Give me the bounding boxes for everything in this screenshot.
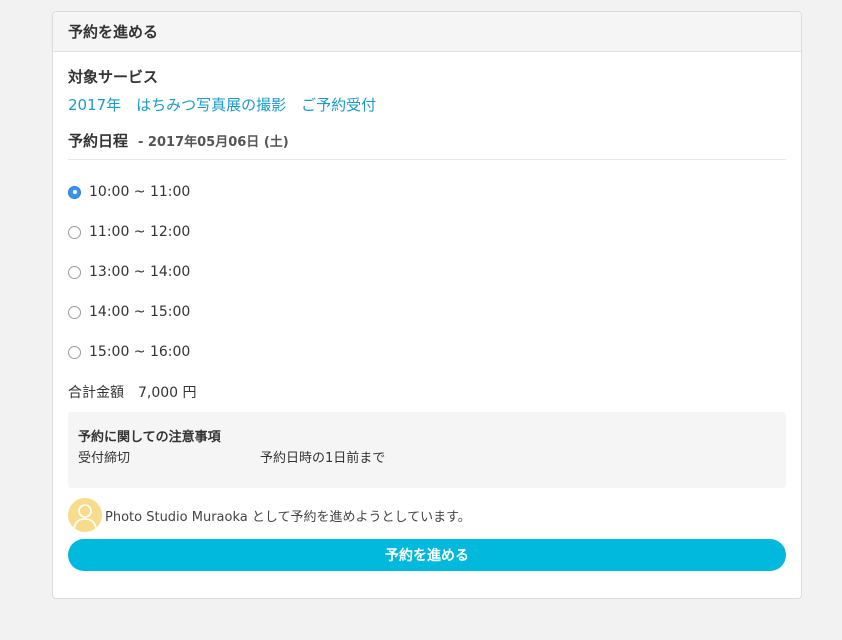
time-slot-label: 11:00 ~ 12:00 <box>89 224 191 240</box>
radio-button-icon[interactable] <box>68 345 81 359</box>
time-slot-2[interactable]: 13:00 ~ 14:00 <box>68 262 786 282</box>
account-notice: Photo Studio Muraoka として予約を進めようとしています。 <box>68 498 786 532</box>
reservation-panel: 予約を進める 対象サービス 2017年 はちみつ写真展の撮影 ご予約受付 予約日… <box>52 11 802 599</box>
panel-header: 予約を進める <box>53 12 801 52</box>
notes-deadline-row: 受付締切 予約日時の1日前まで <box>78 450 776 468</box>
service-link[interactable]: 2017年 はちみつ写真展の撮影 ご予約受付 <box>68 95 786 115</box>
deadline-value: 予約日時の1日前まで <box>260 451 386 466</box>
time-slot-3[interactable]: 14:00 ~ 15:00 <box>68 302 786 322</box>
schedule-date: - 2017年05月06日 (土) <box>138 135 289 150</box>
radio-button-icon[interactable] <box>68 185 81 199</box>
radio-button-icon[interactable] <box>68 225 81 239</box>
proceed-reservation-button[interactable]: 予約を進める <box>68 539 786 571</box>
radio-button-icon[interactable] <box>68 305 81 319</box>
time-slot-0[interactable]: 10:00 ~ 11:00 <box>68 182 786 202</box>
notes-title: 予約に関しての注意事項 <box>78 430 221 445</box>
schedule-header: 予約日程 - 2017年05月06日 (土) <box>68 131 786 160</box>
total-amount-row: 合計金額 7,000 円 <box>68 382 786 402</box>
deadline-label: 受付締切 <box>78 451 131 466</box>
user-avatar-icon <box>68 498 102 532</box>
time-slot-1[interactable]: 11:00 ~ 12:00 <box>68 222 786 242</box>
time-slot-4[interactable]: 15:00 ~ 16:00 <box>68 342 786 362</box>
total-amount: 7,000 円 <box>138 385 197 401</box>
time-slot-list: 10:00 ~ 11:00 11:00 ~ 12:00 13:00 ~ 14:0… <box>68 182 786 362</box>
service-label: 対象サービス <box>68 68 159 86</box>
reservation-notes: 予約に関しての注意事項 受付締切 予約日時の1日前まで <box>68 412 786 488</box>
radio-button-icon[interactable] <box>68 265 81 279</box>
panel-title: 予約を進める <box>68 23 159 41</box>
time-slot-label: 10:00 ~ 11:00 <box>89 184 191 200</box>
schedule-label: 予約日程 <box>68 132 129 150</box>
account-notice-text: Photo Studio Muraoka として予約を進めようとしています。 <box>105 509 471 525</box>
time-slot-label: 15:00 ~ 16:00 <box>89 344 191 360</box>
panel-body: 対象サービス 2017年 はちみつ写真展の撮影 ご予約受付 予約日程 - 201… <box>53 67 801 571</box>
time-slot-label: 13:00 ~ 14:00 <box>89 264 191 280</box>
total-label: 合計金額 <box>68 385 124 401</box>
time-slot-label: 14:00 ~ 15:00 <box>89 304 191 320</box>
